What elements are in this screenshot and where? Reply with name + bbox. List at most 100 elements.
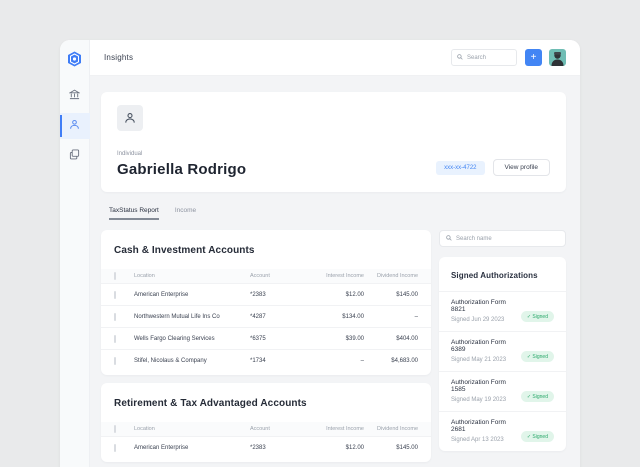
signed-badge: ✓ Signed — [521, 431, 554, 442]
authorization-date: Signed Apr 13 2023 — [451, 437, 521, 443]
check-icon: ✓ — [527, 434, 531, 440]
app-window: Insights Search + — [60, 40, 580, 467]
table-header-row: Location Account Interest Income Dividen… — [101, 269, 431, 283]
main-area: Insights Search + — [90, 40, 580, 467]
check-icon: ✓ — [527, 354, 531, 360]
table-row[interactable]: Wells Fargo Clearing Services *6375 $39.… — [101, 327, 431, 349]
authorization-info: Authorization Form 1585 Signed May 19 20… — [451, 379, 521, 403]
table-body: American Enterprise *2383 $12.00 $145.00 — [101, 436, 431, 458]
authorization-date: Signed May 19 2023 — [451, 397, 521, 403]
cell-dividend-income: $145.00 — [364, 445, 418, 451]
table-row[interactable]: Stifel, Nicolaus & Company *1734 – $4,68… — [101, 349, 431, 371]
cell-dividend-income: $4,683.00 — [364, 358, 418, 364]
cell-dividend-income: $145.00 — [364, 292, 418, 298]
signed-badge: ✓ Signed — [521, 391, 554, 402]
column-header-account: Account — [250, 273, 300, 279]
column-header-interest-income: Interest Income — [300, 426, 364, 432]
cell-account: *2383 — [250, 292, 300, 298]
search-icon — [457, 54, 463, 62]
cell-interest-income: $39.00 — [300, 336, 364, 342]
authorizations-title: Signed Authorizations — [439, 257, 566, 291]
copy-icon — [69, 147, 80, 165]
column-header-dividend-income: Dividend Income — [364, 426, 418, 432]
page-background: Insights Search + — [0, 0, 640, 467]
cell-interest-income: – — [300, 358, 364, 364]
cell-account: *1734 — [250, 358, 300, 364]
cell-location: Wells Fargo Clearing Services — [134, 336, 250, 342]
user-avatar[interactable] — [549, 49, 566, 66]
cell-dividend-income: – — [364, 314, 418, 320]
sidebar — [60, 40, 90, 467]
individual-person-icon — [117, 105, 143, 131]
tab-income[interactable]: Income — [175, 207, 196, 220]
cell-interest-income: $134.00 — [300, 314, 364, 320]
person-icon — [69, 117, 80, 135]
cell-account: *2383 — [250, 445, 300, 451]
table-row[interactable]: American Enterprise *2383 $12.00 $145.00 — [101, 436, 431, 458]
retirement-accounts-card: Retirement & Tax Advantaged Accounts Loc… — [101, 383, 431, 462]
section-title: Cash & Investment Accounts — [101, 230, 431, 269]
sidebar-item-individuals[interactable] — [60, 113, 90, 139]
profile-card: Individual Gabriella Rodrigo xxx-xx-4722… — [101, 92, 566, 192]
table-header-row: Location Account Interest Income Dividen… — [101, 422, 431, 436]
authorization-item[interactable]: Authorization Form 6389 Signed May 21 20… — [439, 331, 566, 371]
column-header-interest-income: Interest Income — [300, 273, 364, 279]
search-icon — [446, 235, 452, 243]
column-header-account: Account — [250, 426, 300, 432]
tables-column: Cash & Investment Accounts Location Acco… — [101, 230, 431, 467]
column-header-location: Location — [134, 426, 250, 432]
cell-account: *6375 — [250, 336, 300, 342]
table-row[interactable]: Northwestern Mutual Life Ins Co *4287 $1… — [101, 305, 431, 327]
signed-badge: ✓ Signed — [521, 351, 554, 362]
row-checkbox[interactable] — [114, 357, 116, 365]
section-title: Retirement & Tax Advantaged Accounts — [101, 383, 431, 422]
cash-investment-accounts-card: Cash & Investment Accounts Location Acco… — [101, 230, 431, 375]
authorization-name: Authorization Form 1585 — [451, 379, 521, 393]
authorization-info: Authorization Form 8821 Signed Jun 29 20… — [451, 299, 521, 323]
global-search-placeholder: Search — [467, 55, 486, 61]
authorization-item[interactable]: Authorization Form 1585 Signed May 19 20… — [439, 371, 566, 411]
top-bar: Insights Search + — [90, 40, 580, 76]
search-name-input[interactable]: Search name — [439, 230, 566, 247]
authorization-item[interactable]: Authorization Form 8821 Signed Jun 29 20… — [439, 291, 566, 331]
cell-interest-income: $12.00 — [300, 292, 364, 298]
cell-location: Stifel, Nicolaus & Company — [134, 358, 250, 364]
select-all-checkbox[interactable] — [114, 425, 116, 433]
page-title: Insights — [104, 53, 133, 62]
content-area: Individual Gabriella Rodrigo xxx-xx-4722… — [90, 76, 580, 467]
profile-actions: xxx-xx-4722 View profile — [436, 159, 550, 176]
cell-interest-income: $12.00 — [300, 445, 364, 451]
cell-location: American Enterprise — [134, 292, 250, 298]
profile-name: Gabriella Rodrigo — [117, 161, 246, 178]
row-checkbox[interactable] — [114, 291, 116, 299]
view-profile-button[interactable]: View profile — [493, 159, 550, 176]
column-header-location: Location — [134, 273, 250, 279]
profile-identity: Individual Gabriella Rodrigo — [117, 151, 246, 178]
authorization-item[interactable]: Authorization Form 2681 Signed Apr 13 20… — [439, 411, 566, 451]
app-logo-icon[interactable] — [67, 51, 83, 67]
tab-taxstatus-report[interactable]: TaxStatus Report — [109, 207, 159, 220]
add-button[interactable]: + — [525, 49, 542, 66]
table-body: American Enterprise *2383 $12.00 $145.00… — [101, 283, 431, 371]
sidebar-item-institutions[interactable] — [60, 83, 90, 109]
cell-account: *4287 — [250, 314, 300, 320]
sidebar-item-documents[interactable] — [60, 143, 90, 169]
authorization-name: Authorization Form 6389 — [451, 339, 521, 353]
authorization-info: Authorization Form 2681 Signed Apr 13 20… — [451, 419, 521, 443]
table-row[interactable]: American Enterprise *2383 $12.00 $145.00 — [101, 283, 431, 305]
authorization-name: Authorization Form 8821 — [451, 299, 521, 313]
authorization-date: Signed Jun 29 2023 — [451, 317, 521, 323]
cell-location: American Enterprise — [134, 445, 250, 451]
select-all-checkbox[interactable] — [114, 272, 116, 280]
authorization-info: Authorization Form 6389 Signed May 21 20… — [451, 339, 521, 363]
global-search-input[interactable]: Search — [451, 49, 517, 66]
authorization-date: Signed May 21 2023 — [451, 357, 521, 363]
authorizations-column: Search name Signed Authorizations Author… — [439, 230, 566, 451]
profile-type-label: Individual — [117, 151, 246, 157]
row-checkbox[interactable] — [114, 313, 116, 321]
signed-badge: ✓ Signed — [521, 311, 554, 322]
row-checkbox[interactable] — [114, 444, 116, 452]
cell-location: Northwestern Mutual Life Ins Co — [134, 314, 250, 320]
signed-authorizations-card: Signed Authorizations Authorization Form… — [439, 257, 566, 451]
row-checkbox[interactable] — [114, 335, 116, 343]
